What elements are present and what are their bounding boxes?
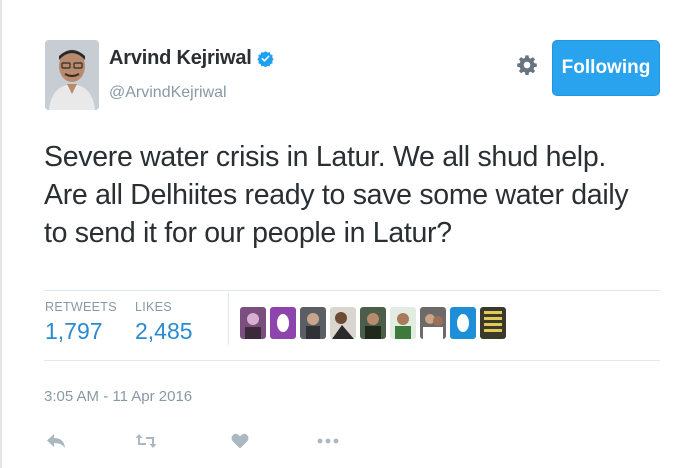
tweet-line: Are all Delhiites ready to save some wat… bbox=[44, 179, 629, 211]
likes-count[interactable]: 2,485 bbox=[135, 318, 193, 345]
retweet-icon bbox=[135, 434, 157, 448]
author-display-name[interactable]: Arvind Kejriwal bbox=[109, 47, 252, 70]
avatar-photo bbox=[45, 40, 99, 110]
tweet-line: Severe water crisis in Latur. We all shu… bbox=[44, 141, 606, 173]
left-border bbox=[0, 0, 2, 468]
like-button[interactable] bbox=[228, 430, 252, 452]
liker-avatar[interactable] bbox=[360, 307, 386, 339]
liker-avatar[interactable] bbox=[420, 307, 446, 339]
reply-button[interactable] bbox=[44, 430, 68, 452]
likes-stat[interactable]: LIKES 2,485 bbox=[135, 300, 193, 345]
verified-badge-icon bbox=[256, 51, 274, 67]
liker-avatar[interactable] bbox=[300, 307, 326, 339]
stats-bottom-divider bbox=[44, 360, 660, 361]
author-name-row[interactable]: Arvind Kejriwal bbox=[109, 47, 274, 70]
tweet-timestamp[interactable]: 3:05 AM - 11 Apr 2016 bbox=[44, 388, 192, 405]
liker-avatar[interactable] bbox=[450, 307, 476, 339]
more-icon bbox=[317, 438, 339, 444]
tweet-text: Severe water crisis in Latur. We all shu… bbox=[44, 138, 684, 252]
author-handle[interactable]: @ArvindKejriwal bbox=[109, 84, 227, 102]
reply-icon bbox=[47, 434, 65, 448]
like-icon bbox=[231, 433, 249, 449]
retweets-label: RETWEETS bbox=[45, 300, 117, 314]
liker-avatar[interactable] bbox=[390, 307, 416, 339]
retweet-button[interactable] bbox=[134, 430, 158, 452]
stats-top-divider bbox=[44, 290, 660, 291]
liker-avatar[interactable] bbox=[330, 307, 356, 339]
retweets-stat[interactable]: RETWEETS 1,797 bbox=[45, 300, 117, 345]
gear-icon[interactable] bbox=[516, 54, 538, 76]
likers-avatars bbox=[240, 307, 506, 339]
liker-avatar[interactable] bbox=[240, 307, 266, 339]
likes-label: LIKES bbox=[135, 300, 172, 314]
following-button[interactable]: Following bbox=[552, 40, 660, 96]
more-button[interactable] bbox=[316, 430, 340, 452]
stats-separator bbox=[228, 293, 229, 345]
author-avatar[interactable] bbox=[45, 40, 99, 110]
tweet-actions bbox=[44, 430, 340, 452]
retweets-count[interactable]: 1,797 bbox=[45, 318, 117, 345]
liker-avatar[interactable] bbox=[270, 307, 296, 339]
liker-avatar[interactable] bbox=[480, 307, 506, 339]
tweet-line: to send it for our people in Latur? bbox=[44, 217, 452, 249]
